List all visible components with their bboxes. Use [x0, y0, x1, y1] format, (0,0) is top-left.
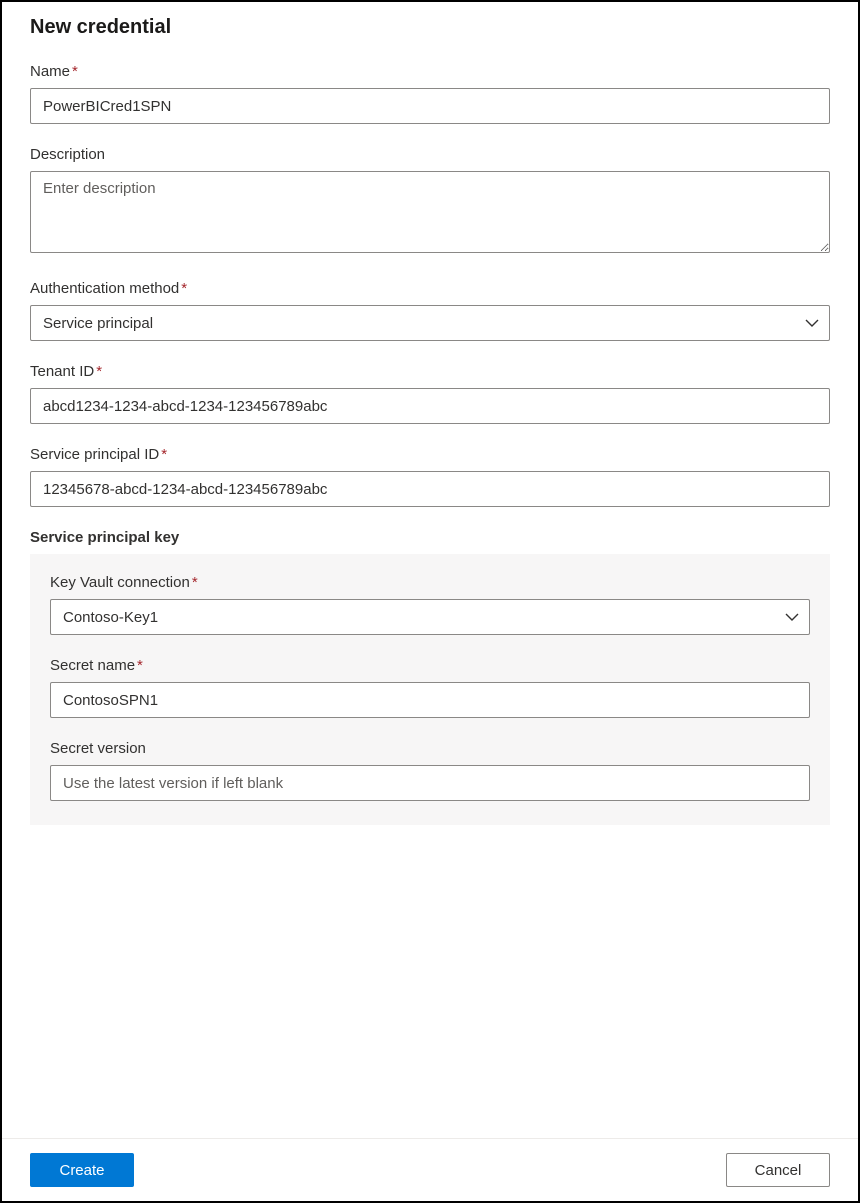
- required-mark: *: [137, 657, 143, 674]
- key-vault-select[interactable]: Contoso-Key1: [50, 599, 810, 635]
- required-mark: *: [161, 446, 167, 463]
- secret-version-label: Secret version: [50, 740, 810, 757]
- description-input[interactable]: [30, 171, 830, 253]
- secret-name-input[interactable]: [50, 682, 810, 718]
- description-label: Description: [30, 146, 830, 163]
- field-sp-key: Service principal key Key Vault connecti…: [30, 529, 830, 825]
- field-description: Description: [30, 146, 830, 258]
- required-mark: *: [96, 363, 102, 380]
- field-key-vault: Key Vault connection* Contoso-Key1: [50, 574, 810, 635]
- secret-name-label: Secret name*: [50, 657, 810, 674]
- tenant-id-input[interactable]: [30, 388, 830, 424]
- name-input[interactable]: [30, 88, 830, 124]
- required-mark: *: [181, 280, 187, 297]
- field-secret-version: Secret version: [50, 740, 810, 801]
- cancel-button[interactable]: Cancel: [726, 1153, 830, 1187]
- field-tenant-id: Tenant ID*: [30, 363, 830, 424]
- field-secret-name: Secret name*: [50, 657, 810, 718]
- tenant-id-label: Tenant ID*: [30, 363, 830, 380]
- field-sp-id: Service principal ID*: [30, 446, 830, 507]
- name-label: Name*: [30, 63, 830, 80]
- required-mark: *: [192, 574, 198, 591]
- auth-method-select[interactable]: Service principal: [30, 305, 830, 341]
- form-panel: New credential Name* Description Authent…: [2, 2, 858, 1138]
- required-mark: *: [72, 63, 78, 80]
- sp-id-label: Service principal ID*: [30, 446, 830, 463]
- sp-id-input[interactable]: [30, 471, 830, 507]
- page-title: New credential: [30, 16, 830, 39]
- field-name: Name*: [30, 63, 830, 124]
- sp-key-label: Service principal key: [30, 529, 830, 546]
- field-auth-method: Authentication method* Service principal: [30, 280, 830, 341]
- create-button[interactable]: Create: [30, 1153, 134, 1187]
- secret-version-input[interactable]: [50, 765, 810, 801]
- auth-method-label: Authentication method*: [30, 280, 830, 297]
- footer: Create Cancel: [2, 1138, 858, 1201]
- key-vault-label: Key Vault connection*: [50, 574, 810, 591]
- sp-key-panel: Key Vault connection* Contoso-Key1 Secre…: [30, 554, 830, 825]
